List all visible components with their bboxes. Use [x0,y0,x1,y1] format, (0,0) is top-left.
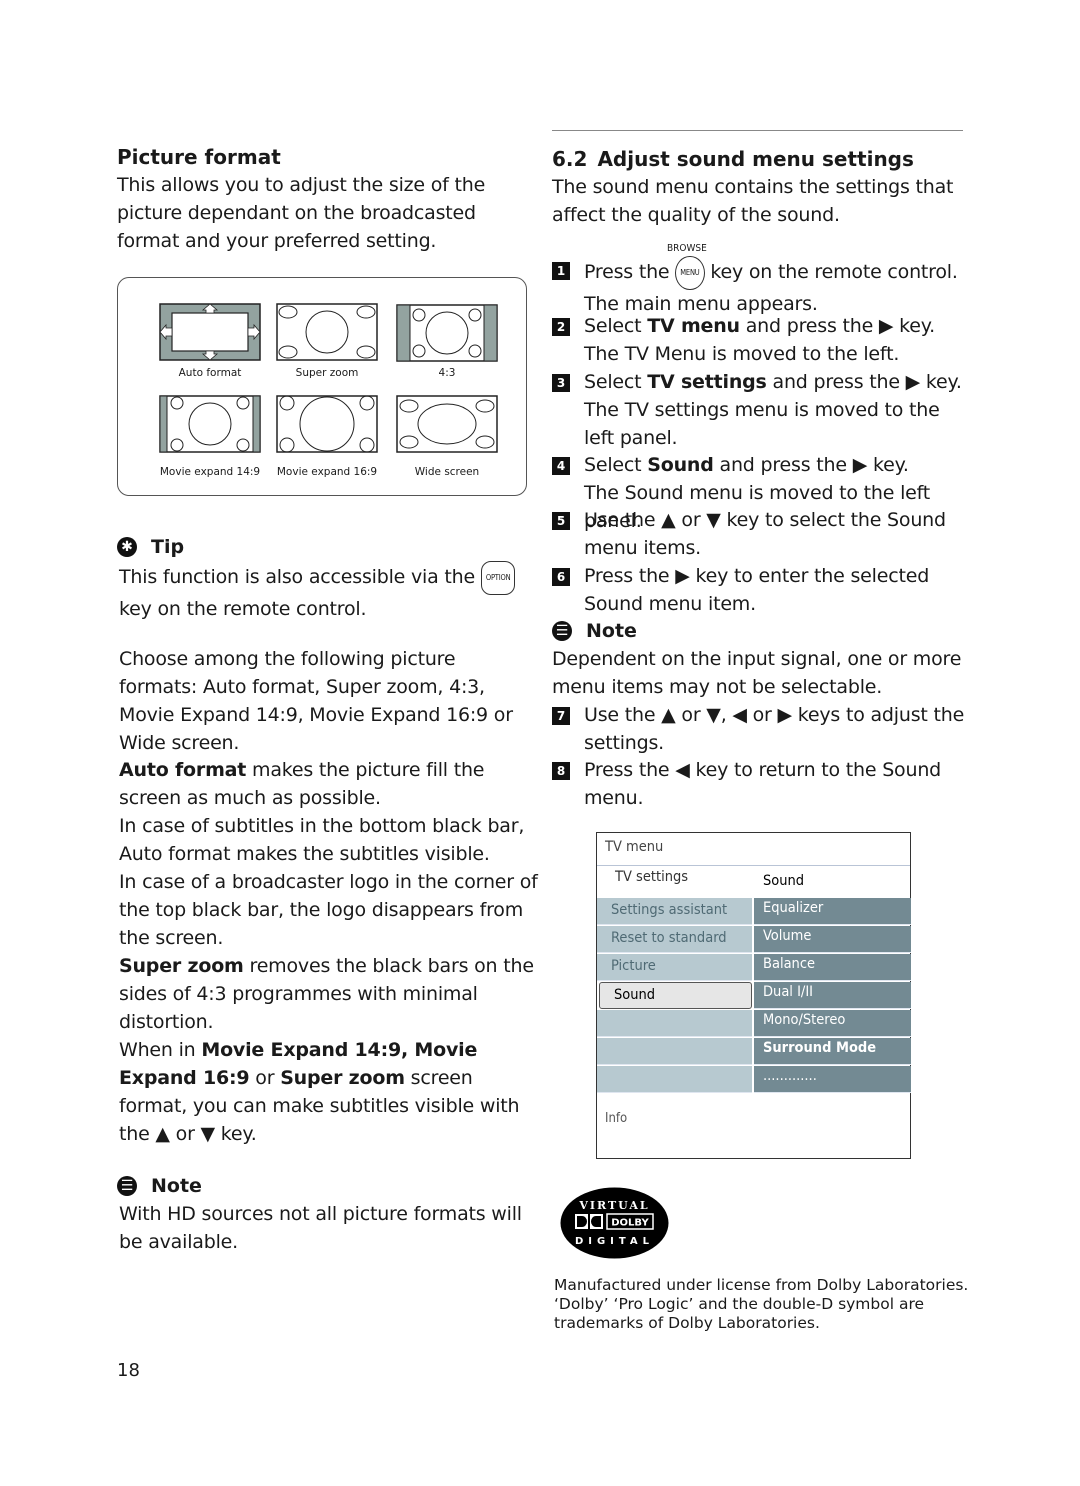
option-key-icon: OPTION [480,561,516,595]
picture-format-figure: Auto format Super zoom 4:3 Movie expand … [117,277,527,496]
section-divider [552,130,963,131]
sound-item-volume[interactable]: Volume [754,926,911,953]
caption-movie-expand-14-9: Movie expand 14:9 [159,466,261,478]
menu-item-empty [597,1038,752,1065]
tv-menu-screen: TV menu TV settings Sound Settings assis… [596,832,911,1159]
step-1: 1 Press the MENU key on the remote contr… [552,256,972,318]
auto-format-description: Auto format makes the picture fill the s… [119,759,485,809]
tv-menu-title: TV menu [605,839,664,855]
sound-submenu-label: Sound [763,873,805,889]
super-zoom-thumbnail [276,303,378,361]
note-header-left: ☰ Note [117,1172,202,1200]
step-8: 8 Press the ◀ key to return to the Sound… [552,756,972,812]
caption-auto-format: Auto format [178,367,242,379]
info-label: Info [605,1111,628,1126]
note-icon: ☰ [117,1176,137,1196]
dolby-bottom-text: DIGITAL [575,1236,654,1247]
menu-item-picture[interactable]: Picture [597,954,752,981]
four-three-thumbnail [396,304,498,362]
tip-header: ✱ Tip [117,533,184,561]
super-zoom-description: Super zoom removes the black bars on the… [119,955,534,1033]
sound-item-balance[interactable]: Balance [754,954,911,981]
menu-item-reset-to-standard[interactable]: Reset to standard [597,926,752,953]
menu-item-empty [597,1066,752,1093]
dolby-license-text: Manufactured under license from Dolby La… [554,1276,969,1332]
menu-key-icon: MENU [675,256,705,290]
sound-item-equalizer[interactable]: Equalizer [754,898,911,925]
format-descriptions: Auto format makes the picture fill the s… [119,756,539,1148]
sound-item-dual[interactable]: Dual I/II [754,982,911,1009]
step-7: 7 Use the ▲ or ▼, ◀ or ▶ keys to adjust … [552,701,972,757]
sound-item-surround-mode[interactable]: Surround Mode [754,1038,911,1065]
movie-expand-14-9-thumbnail [159,395,261,453]
picture-format-heading: Picture format [117,145,281,169]
note-text-right: Dependent on the input signal, one or mo… [552,648,962,698]
menu-item-empty [597,1010,752,1037]
sound-item-mono-stereo[interactable]: Mono/Stereo [754,1010,911,1037]
caption-super-zoom: Super zoom [295,367,359,379]
sound-menu-heading: 6.2 Adjust sound menu settings [552,147,914,171]
note-header-right: ☰ Note [552,617,637,645]
caption-4-3: 4:3 [438,367,456,379]
menu-item-sound-selected[interactable]: Sound [599,982,752,1009]
dolby-mid-text: DOLBY [611,1218,649,1229]
movie-expand-16-9-thumbnail [276,395,378,453]
picture-format-intro: This allows you to adjust the size of th… [117,174,486,252]
dolby-virtual-digital-logo: VIRTUAL DOLBY DIGITAL [560,1187,669,1259]
menu-item-settings-assistant[interactable]: Settings assistant [597,898,752,925]
step-5: 5 Use the ▲ or ▼ key to select the Sound… [552,506,972,562]
auto-format-thumbnail [159,303,261,361]
wide-screen-thumbnail [396,395,498,453]
tip-title: Tip [151,536,185,558]
caption-wide-screen: Wide screen [414,466,480,478]
tv-settings-label: TV settings [615,869,689,885]
movie-expand-description: When in Movie Expand 14:9, Movie Expand … [119,1039,520,1145]
step-3: 3 Select TV settings and press the ▶ key… [552,368,972,452]
step-2: 2 Select TV menu and press the ▶ key. The… [552,312,972,368]
page-number: 18 [117,1360,140,1381]
note-text-left: With HD sources not all picture formats … [119,1203,522,1253]
tip-asterisk-icon: ✱ [117,537,137,557]
tip-text: This function is also accessible via the… [119,561,539,623]
step-6: 6 Press the ▶ key to enter the selected … [552,562,972,618]
sound-item-more[interactable]: ............. [754,1066,911,1093]
sound-menu-intro: The sound menu contains the settings tha… [552,176,954,226]
picture-formats-list: Choose among the following picture forma… [119,648,513,754]
dolby-top-text: VIRTUAL [578,1199,649,1212]
browse-label: BROWSE [667,243,707,254]
caption-movie-expand-16-9: Movie expand 16:9 [276,466,378,478]
note-icon: ☰ [552,621,572,641]
